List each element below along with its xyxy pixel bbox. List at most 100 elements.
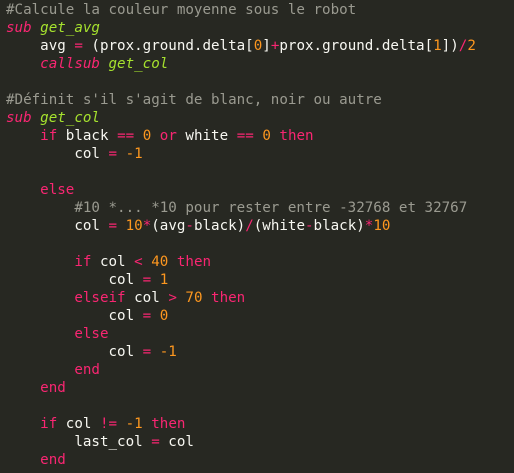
code-token: if [74, 254, 92, 270]
code-line[interactable]: if black == 0 or white == 0 then [0, 127, 514, 145]
code-token: 40 [151, 254, 169, 270]
code-token: == [236, 128, 254, 144]
code-editor[interactable]: #Calcule la couleur moyenne sous le robo… [0, 0, 514, 473]
code-token: else [40, 182, 75, 198]
code-line[interactable] [0, 163, 514, 181]
code-token: * [142, 218, 152, 234]
code-comment: #Définit s'il s'agit de blanc, noir ou a… [6, 92, 382, 108]
code-comment: #Calcule la couleur moyenne sous le robo… [6, 2, 357, 18]
code-token: -1 [159, 344, 177, 360]
code-token: 10 [373, 218, 391, 234]
code-token: get_col [108, 56, 169, 72]
code-line[interactable]: end [0, 451, 514, 469]
code-line[interactable]: last_col = col [0, 433, 514, 451]
code-line[interactable]: if col < 40 then [0, 253, 514, 271]
code-token: = [74, 38, 83, 54]
code-line[interactable]: sub get_col [0, 109, 514, 127]
code-line[interactable]: col = -1 [0, 343, 514, 361]
code-line[interactable] [0, 73, 514, 91]
code-token: 0 [262, 128, 271, 144]
code-token: black) [193, 218, 246, 234]
code-token: white [176, 128, 237, 144]
code-line[interactable]: avg = (prox.ground.delta[0]+prox.ground.… [0, 37, 514, 55]
code-line[interactable]: end [0, 379, 514, 397]
code-token: - [185, 218, 194, 234]
code-token: = [151, 434, 160, 450]
code-token: col [6, 308, 143, 324]
code-token: end [40, 452, 66, 468]
code-token: = [142, 308, 152, 324]
code-token: then [279, 128, 314, 144]
code-token: prox.ground.delta[ [279, 38, 434, 54]
code-token: 70 [185, 290, 203, 306]
code-line[interactable]: #Définit s'il s'agit de blanc, noir ou a… [0, 91, 514, 109]
code-token: ] [262, 38, 271, 54]
code-line[interactable]: #10 *... *10 pour rester entre -32768 et… [0, 199, 514, 217]
code-token: = [108, 218, 118, 234]
code-line[interactable]: elseif col > 70 then [0, 289, 514, 307]
code-token: == [117, 128, 135, 144]
code-token: col [6, 344, 143, 360]
code-token: = [142, 272, 152, 288]
code-token: > [168, 290, 177, 306]
code-line[interactable]: end [0, 361, 514, 379]
code-line[interactable]: else [0, 325, 514, 343]
code-line[interactable]: if col != -1 then [0, 415, 514, 433]
code-token: last_col [6, 434, 152, 450]
code-token: 2 [467, 38, 476, 54]
code-token: (avg [151, 218, 186, 234]
code-token: 1 [433, 38, 442, 54]
code-line[interactable] [0, 235, 514, 253]
code-line[interactable] [0, 397, 514, 415]
code-line[interactable]: else [0, 181, 514, 199]
code-token: -1 [125, 146, 143, 162]
code-token: sub [6, 110, 32, 126]
code-token: col [6, 146, 109, 162]
code-token: (white [253, 218, 305, 234]
code-line[interactable]: col = 0 [0, 307, 514, 325]
code-token: get_avg [40, 20, 100, 36]
code-line[interactable]: col = 10*(avg-black)/(white-black)*10 [0, 217, 514, 235]
code-line[interactable]: callsub get_col [0, 55, 514, 73]
code-token: else [74, 326, 109, 342]
code-token: callsub [40, 56, 100, 72]
code-token: ]) [441, 38, 459, 54]
code-token: col [6, 272, 143, 288]
code-token: black [57, 128, 118, 144]
code-token: / [245, 218, 254, 234]
code-line[interactable]: #Calcule la couleur moyenne sous le robo… [0, 1, 514, 19]
code-token: 0 [159, 308, 169, 324]
code-token: < [134, 254, 143, 270]
code-token: avg [6, 38, 75, 54]
code-token: col [159, 434, 194, 450]
code-token: col [57, 416, 100, 432]
code-line[interactable]: col = 1 [0, 271, 514, 289]
code-token: sub [6, 20, 32, 36]
code-line[interactable]: sub get_avg [0, 19, 514, 37]
code-token: 10 [125, 218, 143, 234]
code-token: end [74, 362, 100, 378]
code-line[interactable]: col = -1 [0, 145, 514, 163]
